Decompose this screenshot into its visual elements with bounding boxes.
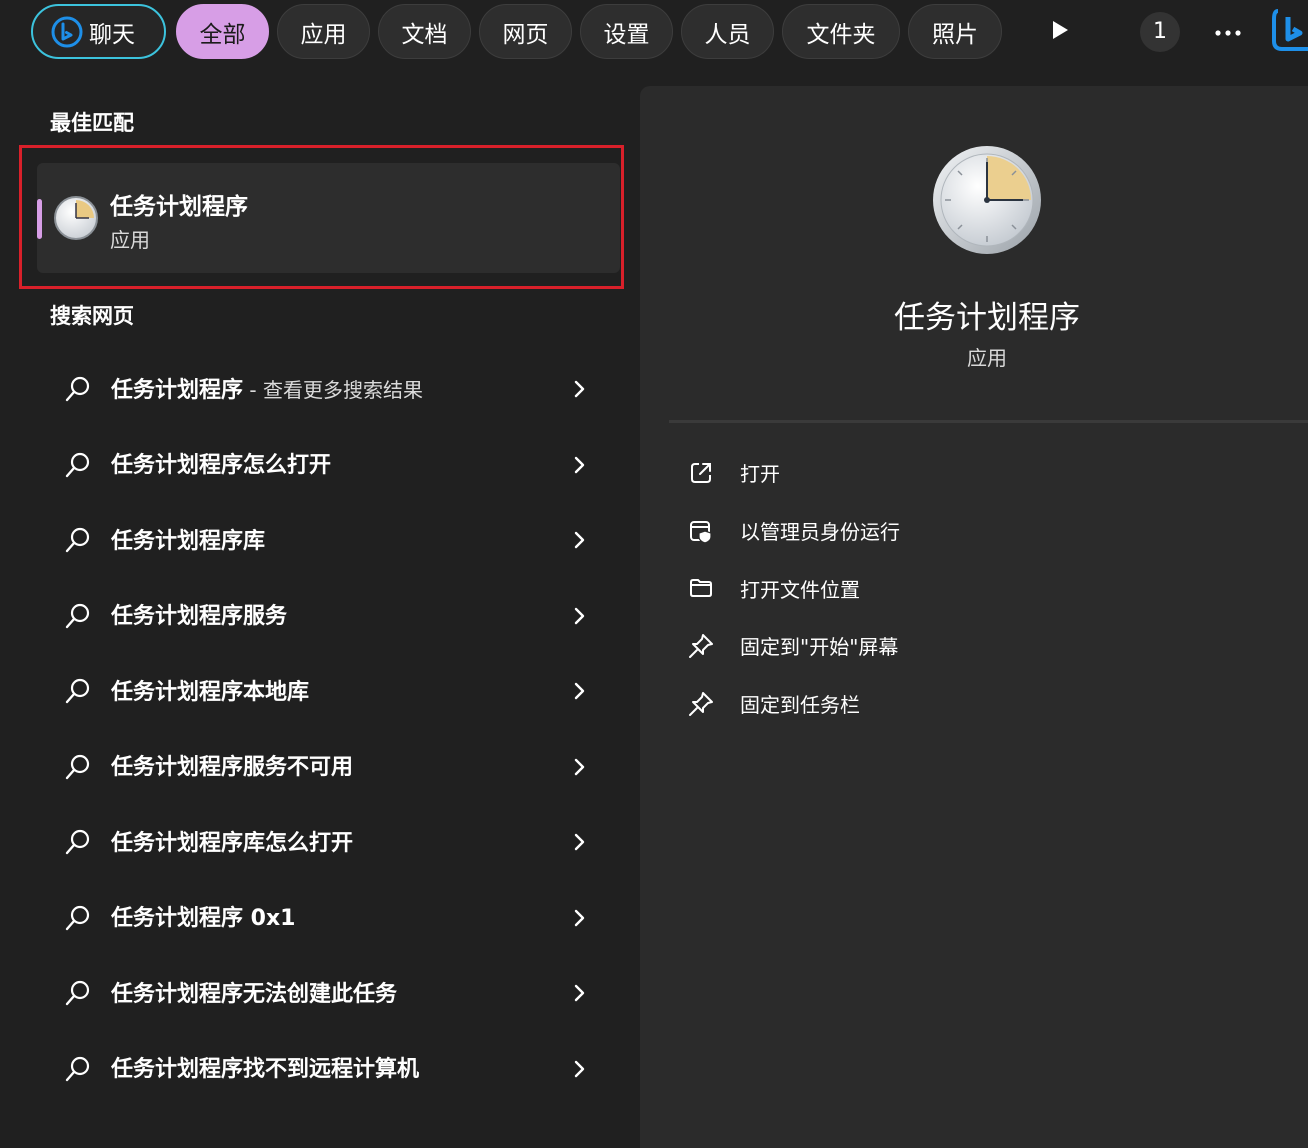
detail-app-type: 应用 [967, 346, 1007, 370]
result-count-badge[interactable]: 1 [1140, 4, 1180, 59]
tab-documents[interactable]: 文档 [378, 4, 471, 59]
web-search-list: 任务计划程序 - 查看更多搜索结果 任务计划程序怎么打开 任务计划程序库 任务计… [40, 350, 610, 1105]
web-search-item-label: 任务计划程序服务 [111, 604, 288, 630]
pin-to-start-action[interactable]: 固定到"开始"屏幕 [686, 617, 900, 675]
bing-button[interactable] [1268, 4, 1308, 59]
tab-web-label: 网页 [502, 21, 549, 48]
clock-icon [53, 195, 99, 241]
tab-folders[interactable]: 文件夹 [782, 4, 900, 59]
chevron-right-icon [572, 981, 588, 1005]
bing-icon [1268, 5, 1308, 59]
more-options-button[interactable] [1208, 4, 1248, 59]
tab-web[interactable]: 网页 [479, 4, 572, 59]
action-list: 打开 以管理员身份运行 打开文件位置 固定到"开始"屏幕 固定到任务栏 [686, 444, 900, 732]
search-icon [64, 979, 92, 1007]
web-search-item[interactable]: 任务计划程序库怎么打开 [40, 803, 610, 879]
scroll-tabs-button[interactable] [1040, 4, 1080, 59]
web-search-item[interactable]: 任务计划程序怎么打开 [40, 426, 610, 502]
search-icon [64, 904, 92, 932]
chevron-right-icon [572, 377, 588, 401]
tab-apps-label: 应用 [300, 21, 347, 48]
web-search-item[interactable]: 任务计划程序 - 查看更多搜索结果 [40, 350, 610, 426]
best-match-result[interactable]: 任务计划程序 应用 [37, 163, 620, 273]
best-match-app-name: 任务计划程序 [110, 194, 248, 220]
tab-people[interactable]: 人员 [681, 4, 774, 59]
run-as-admin-icon [686, 516, 716, 546]
web-search-item-suffix: - 查看更多搜索结果 [243, 377, 423, 402]
web-search-item[interactable]: 任务计划程序无法创建此任务 [40, 954, 610, 1030]
web-search-heading: 搜索网页 [50, 304, 134, 328]
chevron-right-icon [572, 755, 588, 779]
search-icon [64, 526, 92, 554]
tab-settings[interactable]: 设置 [580, 4, 673, 59]
run-as-admin-action-label: 以管理员身份运行 [740, 520, 900, 545]
tab-chat-label: 聊天 [89, 21, 135, 48]
best-match-heading: 最佳匹配 [50, 111, 134, 135]
web-search-item-label: 任务计划程序怎么打开 [111, 453, 332, 479]
open-external-icon [686, 458, 716, 488]
tab-people-label: 人员 [704, 21, 751, 48]
search-icon [64, 375, 92, 403]
open-action[interactable]: 打开 [686, 444, 900, 502]
bing-icon [51, 16, 83, 48]
tab-folders-label: 文件夹 [806, 21, 876, 48]
open-file-location-action[interactable]: 打开文件位置 [686, 559, 900, 617]
selection-indicator [37, 199, 42, 239]
chevron-right-icon [572, 528, 588, 552]
web-search-item[interactable]: 任务计划程序库 [40, 501, 610, 577]
search-icon [64, 677, 92, 705]
pin-icon [686, 631, 716, 661]
tab-chat[interactable]: 聊天 [31, 4, 166, 59]
result-count: 1 [1140, 11, 1180, 52]
ellipsis-icon [1215, 22, 1241, 41]
run-as-admin-action[interactable]: 以管理员身份运行 [686, 502, 900, 560]
web-search-item-label: 任务计划程序无法创建此任务 [111, 981, 398, 1007]
chevron-right-icon [572, 1057, 588, 1081]
web-search-item-label: 任务计划程序服务不可用 [111, 755, 354, 781]
chevron-right-icon [572, 453, 588, 477]
search-icon [64, 828, 92, 856]
chevron-right-icon [572, 906, 588, 930]
tab-all[interactable]: 全部 [176, 4, 269, 59]
open-file-location-action-label: 打开文件位置 [740, 577, 860, 602]
play-icon [1050, 19, 1070, 45]
divider [669, 420, 1308, 423]
web-search-item-label: 任务计划程序库怎么打开 [111, 830, 354, 856]
pin-icon [686, 689, 716, 719]
search-icon [64, 451, 92, 479]
web-search-item[interactable]: 任务计划程序本地库 [40, 652, 610, 728]
web-search-item[interactable]: 任务计划程序找不到远程计算机 [40, 1030, 610, 1106]
pin-to-taskbar-action-label: 固定到任务栏 [740, 693, 860, 718]
windows-search-window: 聊天 全部 应用 文档 网页 设置 人员 文件夹 照片 1 最佳匹配 任务计划程… [0, 0, 1308, 1148]
pin-to-taskbar-action[interactable]: 固定到任务栏 [686, 675, 900, 733]
web-search-item-label: 任务计划程序 0x1 [111, 906, 296, 932]
search-icon [64, 1055, 92, 1083]
web-search-item-label: 任务计划程序库 [111, 528, 266, 554]
folder-icon [686, 573, 716, 603]
tab-apps[interactable]: 应用 [277, 4, 370, 59]
best-match-app-type: 应用 [110, 228, 150, 252]
pin-to-start-action-label: 固定到"开始"屏幕 [740, 635, 899, 660]
detail-app-name: 任务计划程序 [894, 300, 1080, 336]
web-search-item-label: 任务计划程序本地库 [111, 679, 310, 705]
search-icon [64, 753, 92, 781]
tab-documents-label: 文档 [401, 21, 448, 48]
tab-settings-label: 设置 [603, 21, 650, 48]
web-search-item[interactable]: 任务计划程序服务不可用 [40, 728, 610, 804]
chevron-right-icon [572, 679, 588, 703]
web-search-item[interactable]: 任务计划程序 0x1 [40, 879, 610, 955]
open-action-label: 打开 [740, 462, 780, 487]
search-filter-bar: 聊天 全部 应用 文档 网页 设置 人员 文件夹 照片 1 [0, 0, 1308, 66]
web-search-item-label: 任务计划程序找不到远程计算机 [111, 1057, 420, 1083]
tab-all-label: 全部 [199, 21, 246, 48]
web-search-item[interactable]: 任务计划程序服务 [40, 577, 610, 653]
chevron-right-icon [572, 604, 588, 628]
search-icon [64, 602, 92, 630]
detail-pane: 任务计划程序 应用 打开 以管理员身份运行 打开文件位置 固定到"开始"屏幕 固… [640, 86, 1308, 1148]
tab-photos-label: 照片 [932, 21, 978, 48]
tab-photos[interactable]: 照片 [908, 4, 1002, 59]
chevron-right-icon [572, 830, 588, 854]
web-search-item-label: 任务计划程序 [111, 377, 244, 403]
clock-icon [931, 144, 1043, 256]
